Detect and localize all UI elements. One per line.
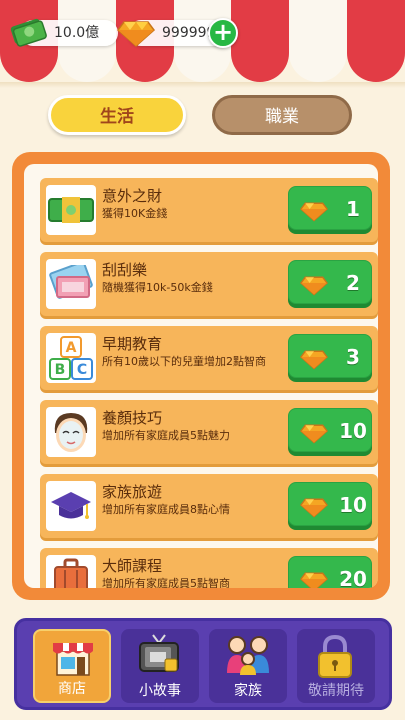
item-list[interactable]: 意外之財 獲得10K金錢 1 刮刮樂 隨機獲得10k-50k金錢 2 A B C… <box>24 164 378 588</box>
nav-family[interactable]: 家族 <box>209 629 287 703</box>
list-item: 家族旅遊 增加所有家庭成員8點心情 10 <box>40 474 378 538</box>
buy-button[interactable]: 1 <box>288 186 372 230</box>
item-title: 家族旅遊 <box>102 483 163 501</box>
nav-label: 敬請期待 <box>308 683 364 699</box>
graduation-cap-icon <box>46 481 96 531</box>
gem-icon <box>116 12 156 57</box>
svg-text:A: A <box>66 340 77 356</box>
price-label: 2 <box>346 271 360 295</box>
list-item: 大師課程 增加所有家庭成員5點智商 20 <box>40 548 378 588</box>
item-desc: 獲得10K金錢 <box>102 207 168 220</box>
nav-label: 家族 <box>234 683 262 699</box>
item-title: 意外之財 <box>102 187 163 205</box>
list-item: 養顏技巧 增加所有家庭成員5點魅力 10 <box>40 400 378 464</box>
gem-icon <box>299 270 329 300</box>
buy-button[interactable]: 10 <box>288 408 372 452</box>
nav-coming-soon[interactable]: 敬請期待 <box>297 629 375 703</box>
abc-blocks-icon: A B C <box>46 333 96 383</box>
price-label: 3 <box>346 345 360 369</box>
buy-button[interactable]: 10 <box>288 482 372 526</box>
add-gems-button[interactable]: + <box>208 18 238 48</box>
gem-icon <box>299 418 329 448</box>
face-mask-icon <box>46 407 96 457</box>
suitcase-icon <box>46 555 96 588</box>
buy-button[interactable]: 20 <box>288 556 372 588</box>
item-title: 早期教育 <box>102 335 163 353</box>
item-desc: 增加所有家庭成員8點心情 <box>102 503 230 516</box>
lock-icon <box>313 633 357 685</box>
money-value: 10.0億 <box>54 25 100 41</box>
buy-button[interactable]: 3 <box>288 334 372 378</box>
list-item: A B C 早期教育 所有10歲以下的兒童增加2點智商 3 <box>40 326 378 390</box>
price-label: 1 <box>346 197 360 221</box>
price-label: 10 <box>339 493 367 517</box>
item-title: 刮刮樂 <box>102 261 148 279</box>
buy-button[interactable]: 2 <box>288 260 372 304</box>
list-item: 意外之財 獲得10K金錢 1 <box>40 178 378 242</box>
item-title: 養顏技巧 <box>102 409 163 427</box>
family-icon <box>225 633 273 685</box>
money-counter: 10.0億 <box>10 18 118 47</box>
price-label: 10 <box>339 419 367 443</box>
money-icon <box>8 12 48 59</box>
bottom-nav: 商店 小故事 家族 敬請期待 <box>14 618 392 710</box>
money-stack-icon <box>46 185 96 235</box>
gem-icon <box>299 196 329 226</box>
nav-stories[interactable]: 小故事 <box>121 629 199 703</box>
nav-shop[interactable]: 商店 <box>33 629 111 703</box>
item-desc: 所有10歲以下的兒童增加2點智商 <box>102 355 266 368</box>
item-desc: 增加所有家庭成員5點智商 <box>102 577 230 588</box>
price-label: 20 <box>339 567 367 588</box>
svg-text:C: C <box>77 362 87 378</box>
gem-icon <box>299 344 329 374</box>
scratch-ticket-icon <box>46 259 96 309</box>
nav-label: 小故事 <box>139 683 181 699</box>
gem-icon <box>299 492 329 522</box>
gem-icon <box>299 566 329 588</box>
item-desc: 增加所有家庭成員5點魅力 <box>102 429 230 442</box>
item-title: 大師課程 <box>102 557 163 575</box>
list-item: 刮刮樂 隨機獲得10k-50k金錢 2 <box>40 252 378 316</box>
svg-text:B: B <box>55 362 66 378</box>
item-desc: 隨機獲得10k-50k金錢 <box>102 281 213 294</box>
shop-panel: 意外之財 獲得10K金錢 1 刮刮樂 隨機獲得10k-50k金錢 2 A B C… <box>12 152 390 600</box>
tv-icon <box>137 633 181 685</box>
tab-career[interactable]: 職業 <box>212 95 352 135</box>
nav-label: 商店 <box>58 681 86 697</box>
tab-life[interactable]: 生活 <box>48 95 186 135</box>
